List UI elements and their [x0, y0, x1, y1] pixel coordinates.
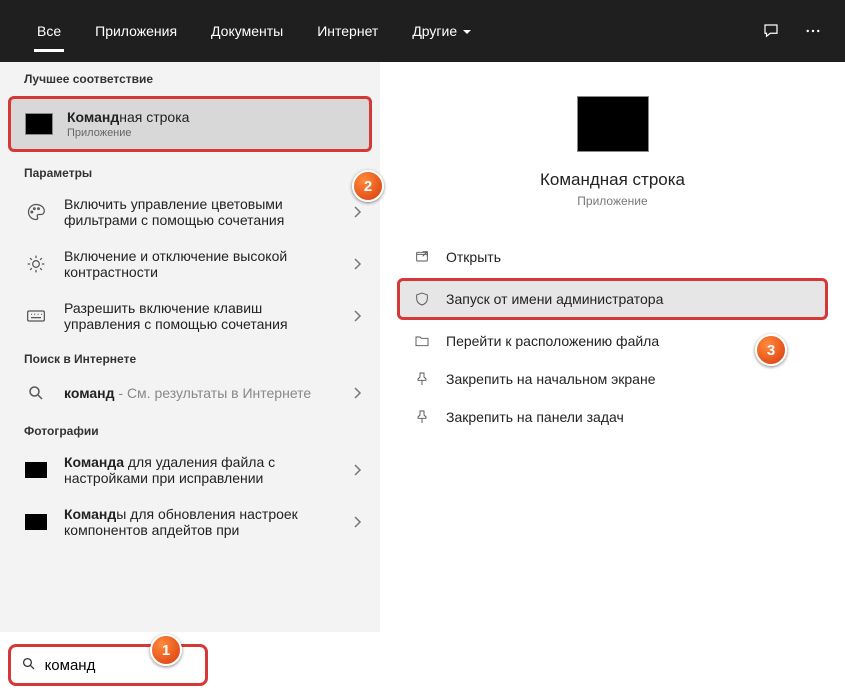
settings-text: Включение и отключение высокой контрастн…: [64, 248, 350, 280]
settings-text: Разрешить включение клавиш управления с …: [64, 300, 350, 332]
section-photos: Фотографии: [0, 414, 380, 444]
section-settings: Параметры: [0, 156, 380, 186]
settings-item[interactable]: Включение и отключение высокой контрастн…: [0, 238, 380, 290]
action-pin-start[interactable]: Закрепить на начальном экране: [400, 360, 825, 398]
preview-cmd-icon: [577, 96, 649, 152]
chevron-right-icon: [350, 204, 366, 220]
tab-documents[interactable]: Документы: [194, 0, 300, 62]
action-label: Закрепить на панели задач: [446, 409, 624, 425]
keyboard-icon: [22, 305, 50, 327]
image-thumb-icon: [22, 511, 50, 533]
result-text: Командная строка Приложение: [67, 109, 359, 139]
match-rest: ная строка: [119, 109, 189, 125]
tab-apps[interactable]: Приложения: [78, 0, 194, 62]
chevron-right-icon: [350, 514, 366, 530]
annotation-badge-3: 3: [755, 334, 787, 366]
match-bold: Команд: [67, 109, 119, 125]
section-best-match: Лучшее соответствие: [0, 62, 380, 92]
action-label: Открыть: [446, 249, 501, 265]
search-tabs: Все Приложения Документы Интернет Другие: [20, 0, 759, 62]
feedback-icon[interactable]: [759, 19, 783, 43]
chevron-right-icon: [350, 385, 366, 401]
chevron-right-icon: [350, 308, 366, 324]
web-search-item[interactable]: команд - См. результаты в Интернете: [0, 372, 380, 414]
preview-title: Командная строка: [400, 170, 825, 190]
results-pane: Лучшее соответствие Командная строка При…: [0, 62, 380, 632]
web-text: команд - См. результаты в Интернете: [64, 385, 350, 401]
chevron-right-icon: [350, 462, 366, 478]
action-run-admin[interactable]: Запуск от имени администратора: [397, 278, 828, 320]
photo-item[interactable]: Команда для удаления файла с настройками…: [0, 444, 380, 496]
tab-internet[interactable]: Интернет: [300, 0, 395, 62]
photo-item[interactable]: Команды для обновления настроек компонен…: [0, 496, 380, 548]
brightness-icon: [22, 253, 50, 275]
open-icon: [412, 247, 432, 267]
tab-all[interactable]: Все: [20, 0, 78, 62]
top-bar: Все Приложения Документы Интернет Другие: [0, 0, 845, 62]
main-area: Лучшее соответствие Командная строка При…: [0, 62, 845, 632]
action-open[interactable]: Открыть: [400, 238, 825, 276]
search-icon: [22, 382, 50, 404]
image-thumb-icon: [22, 459, 50, 481]
palette-icon: [22, 201, 50, 223]
settings-item[interactable]: Разрешить включение клавиш управления с …: [0, 290, 380, 342]
settings-text: Включить управление цветовыми фильтрами …: [64, 196, 350, 228]
match-subtitle: Приложение: [67, 127, 359, 139]
photo-text: Команды для обновления настроек компонен…: [64, 506, 350, 538]
chevron-right-icon: [350, 256, 366, 272]
annotation-badge-1: 1: [150, 634, 182, 666]
annotation-badge-2: 2: [352, 170, 384, 202]
section-web: Поиск в Интернете: [0, 342, 380, 372]
shield-icon: [412, 289, 432, 309]
action-pin-taskbar[interactable]: Закрепить на панели задач: [400, 398, 825, 436]
preview-subtitle: Приложение: [400, 194, 825, 208]
search-icon: [21, 656, 37, 674]
top-actions: [759, 19, 825, 43]
action-label: Закрепить на начальном экране: [446, 371, 656, 387]
search-bar: [0, 632, 845, 696]
action-label: Перейти к расположению файла: [446, 333, 659, 349]
settings-item[interactable]: Включить управление цветовыми фильтрами …: [0, 186, 380, 238]
result-best-match[interactable]: Командная строка Приложение: [8, 96, 372, 152]
action-label: Запуск от имени администратора: [446, 291, 663, 307]
photo-text: Команда для удаления файла с настройками…: [64, 454, 350, 486]
tab-more[interactable]: Другие: [395, 0, 488, 62]
cmd-icon: [25, 113, 53, 135]
pin-icon: [412, 407, 432, 427]
folder-icon: [412, 331, 432, 351]
pin-icon: [412, 369, 432, 389]
ellipsis-icon[interactable]: [801, 19, 825, 43]
